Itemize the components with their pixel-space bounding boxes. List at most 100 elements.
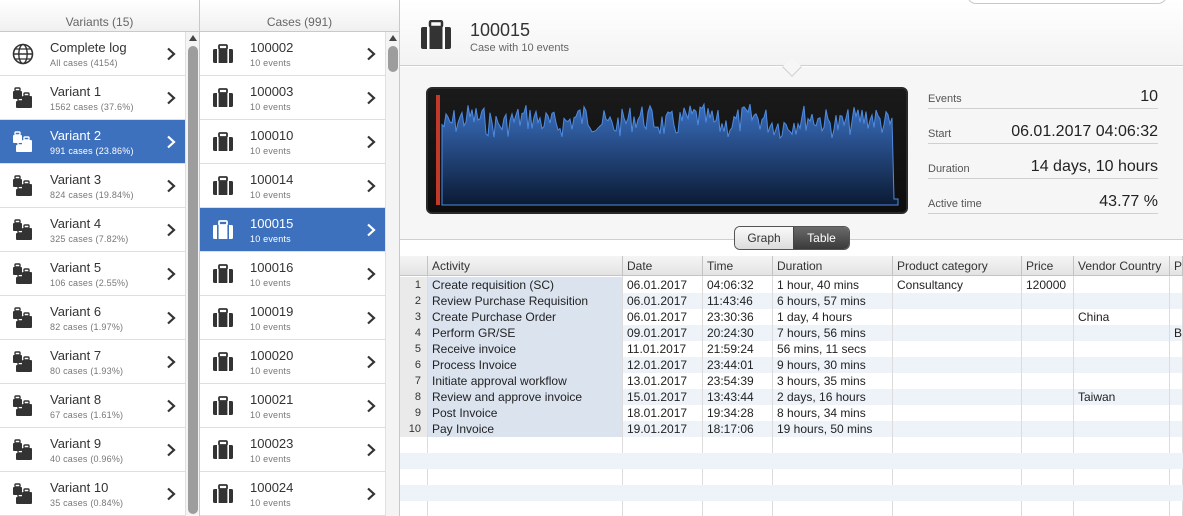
cell-category (893, 309, 1022, 325)
cell-duration: 1 hour, 40 mins (773, 277, 893, 293)
variant-title: Variant 4 (50, 216, 102, 231)
chevron-right-icon (167, 355, 176, 369)
cell-category (893, 341, 1022, 357)
chevron-right-icon (167, 47, 176, 61)
variant-title: Complete log (50, 40, 127, 55)
cell-time: 20:24:30 (703, 325, 773, 341)
variant-case-count: 824 cases (19.84%) (50, 190, 134, 200)
column-header-duration[interactable]: Duration (773, 256, 893, 276)
variant-item[interactable]: Variant 9 40 cases (0.96%) (0, 428, 186, 472)
variant-stack-icon (13, 131, 32, 152)
chevron-right-icon (367, 179, 376, 193)
cell-duration: 8 hours, 34 mins (773, 405, 893, 421)
cell-time: 19:34:28 (703, 405, 773, 421)
cell-time: 18:17:06 (703, 421, 773, 437)
cell-activity: Perform GR/SE (428, 325, 623, 341)
column-header-time[interactable]: Time (703, 256, 773, 276)
empty-table-row (400, 453, 1183, 469)
cell-row-number: 1 (400, 277, 428, 293)
cases-scroll-thumb[interactable] (388, 46, 398, 72)
variant-item[interactable]: Variant 7 80 cases (1.93%) (0, 340, 186, 384)
scroll-up-arrow-icon[interactable] (189, 35, 197, 41)
chevron-right-icon (167, 267, 176, 281)
case-event-count: 10 events (250, 454, 291, 464)
cell-time: 13:43:44 (703, 389, 773, 405)
variant-case-count: 106 cases (2.55%) (50, 278, 129, 288)
variant-item[interactable]: Variant 3 824 cases (19.84%) (0, 164, 186, 208)
activity-graph (426, 87, 908, 214)
case-item[interactable]: 100020 10 events (200, 340, 386, 384)
case-item[interactable]: 100023 10 events (200, 428, 386, 472)
variant-item[interactable]: Variant 4 325 cases (7.82%) (0, 208, 186, 252)
case-item[interactable]: 100016 10 events (200, 252, 386, 296)
cell-activity: Initiate approval workflow (428, 373, 623, 389)
search-input[interactable] (967, 0, 1167, 4)
empty-table-row (400, 485, 1183, 501)
case-item[interactable]: 100024 10 events (200, 472, 386, 516)
cell-duration: 56 mins, 11 secs (773, 341, 893, 357)
table-row[interactable]: 6 Process Invoice 12.01.2017 23:44:01 9 hour… (400, 357, 1183, 373)
variant-stack-icon (13, 395, 32, 416)
cell-row-number: 2 (400, 293, 428, 309)
variant-stack-icon (13, 307, 32, 328)
briefcase-icon (213, 352, 233, 371)
case-item[interactable]: 100021 10 events (200, 384, 386, 428)
table-row[interactable]: 10 Pay Invoice 19.01.2017 18:17:06 19 hours,… (400, 421, 1183, 437)
cell-duration: 7 hours, 56 mins (773, 325, 893, 341)
table-row[interactable]: 9 Post Invoice 18.01.2017 19:34:28 8 hours, … (400, 405, 1183, 421)
table-row[interactable]: 7 Initiate approval workflow 13.01.2017 23:… (400, 373, 1183, 389)
cell-activity: Process Invoice (428, 357, 623, 373)
cell-p (1170, 309, 1183, 325)
variant-item[interactable]: Variant 1 1562 cases (37.6%) (0, 76, 186, 120)
table-row[interactable]: 3 Create Purchase Order 06.01.2017 23:30:36… (400, 309, 1183, 325)
case-item[interactable]: 100003 10 events (200, 76, 386, 120)
chevron-right-icon (167, 135, 176, 149)
variants-scroll-thumb[interactable] (188, 46, 198, 514)
chevron-right-icon (367, 355, 376, 369)
chevron-right-icon (167, 179, 176, 193)
column-header-price[interactable]: Price (1022, 256, 1074, 276)
graph-view-button[interactable]: Graph (735, 227, 793, 249)
table-row[interactable]: 4 Perform GR/SE 09.01.2017 20:24:30 7 hours,… (400, 325, 1183, 341)
variant-title: Variant 9 (50, 436, 102, 451)
cases-panel: Cases (991) 100002 10 events 100003 10 even… (200, 0, 400, 516)
table-view-button[interactable]: Table (793, 227, 849, 249)
case-item[interactable]: 100014 10 events (200, 164, 386, 208)
case-item[interactable]: 100019 10 events (200, 296, 386, 340)
column-header-date[interactable]: Date (623, 256, 703, 276)
column-header-product-category[interactable]: Product category (893, 256, 1022, 276)
case-detail-panel: 100015 Case with 10 events Events 10 Sta… (400, 0, 1183, 516)
case-item[interactable]: 100015 10 events (200, 208, 386, 252)
table-row[interactable]: 2 Review Purchase Requisition 06.01.2017 11… (400, 293, 1183, 309)
cases-scrollbar[interactable] (385, 32, 399, 516)
column-header-row-number (400, 256, 428, 276)
case-description: Case with 10 events (470, 42, 570, 54)
cell-country (1074, 341, 1170, 357)
globe-icon (12, 43, 34, 65)
variant-title: Variant 6 (50, 304, 102, 319)
cell-category: Consultancy (893, 277, 1022, 293)
variant-item[interactable]: Variant 8 67 cases (1.61%) (0, 384, 186, 428)
variant-item[interactable]: Variant 6 82 cases (1.97%) (0, 296, 186, 340)
chevron-right-icon (167, 487, 176, 501)
case-item[interactable]: 100010 10 events (200, 120, 386, 164)
scroll-up-arrow-icon[interactable] (389, 35, 397, 41)
table-row[interactable]: 5 Receive invoice 11.01.2017 21:59:24 56 min… (400, 341, 1183, 357)
column-header-activity[interactable]: Activity (428, 256, 623, 276)
variant-item[interactable]: Variant 5 106 cases (2.55%) (0, 252, 186, 296)
cases-header: Cases (991) (200, 0, 399, 32)
variant-item[interactable]: Complete log All cases (4154) (0, 32, 186, 76)
table-row[interactable]: 1 Create requisition (SC) 06.01.2017 04:06:… (400, 277, 1183, 293)
cell-time: 23:54:39 (703, 373, 773, 389)
cell-duration: 19 hours, 50 mins (773, 421, 893, 437)
table-row[interactable]: 8 Review and approve invoice 15.01.2017 13:… (400, 389, 1183, 405)
column-header-vendor-country[interactable]: Vendor Country (1074, 256, 1170, 276)
case-item[interactable]: 100002 10 events (200, 32, 386, 76)
variants-scrollbar[interactable] (185, 32, 199, 516)
cell-country (1074, 421, 1170, 437)
column-header-p[interactable]: P (1170, 256, 1183, 276)
stat-start: Start 06.01.2017 04:06:32 (928, 122, 1158, 144)
case-title: 100024 (250, 480, 294, 495)
variant-item[interactable]: Variant 10 35 cases (0.84%) (0, 472, 186, 516)
variant-item[interactable]: Variant 2 991 cases (23.86%) (0, 120, 186, 164)
